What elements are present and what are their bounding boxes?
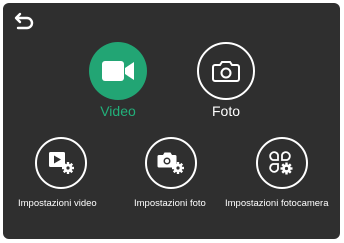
photo-settings-label[interactable]: Impostazioni foto: [134, 198, 206, 209]
camera-settings-icon: [269, 151, 293, 175]
video-mode-button[interactable]: [89, 42, 147, 100]
video-mode-label[interactable]: Video: [78, 103, 158, 119]
photo-mode-button[interactable]: [197, 42, 255, 100]
photo-camera-icon: [212, 61, 240, 82]
photo-mode-label[interactable]: Foto: [186, 103, 266, 119]
video-settings-label[interactable]: Impostazioni video: [18, 198, 97, 209]
camera-settings-label[interactable]: Impostazioni fotocamera: [225, 198, 329, 209]
photo-settings-icon: [157, 152, 184, 174]
video-settings-icon: [49, 152, 74, 174]
back-button[interactable]: [14, 12, 36, 30]
camera-settings-button[interactable]: [256, 137, 308, 189]
video-camera-icon: [102, 61, 134, 81]
video-settings-button[interactable]: [35, 137, 87, 189]
camera-menu-screen: Video Foto Impostazioni video Impostazio…: [3, 3, 340, 239]
back-arrow-icon: [14, 12, 34, 30]
photo-settings-button[interactable]: [145, 137, 197, 189]
